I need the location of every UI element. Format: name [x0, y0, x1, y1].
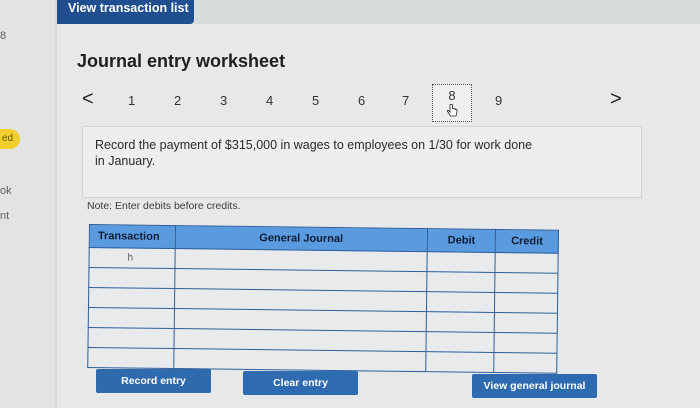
page-link-5[interactable]: 5 — [312, 88, 319, 114]
hand-cursor-icon — [446, 104, 458, 117]
column-header-debit: Debit — [427, 228, 496, 253]
debit-input[interactable] — [425, 331, 495, 353]
column-header-credit: Credit — [495, 229, 559, 254]
credit-input[interactable] — [495, 272, 558, 294]
transaction-cell — [87, 347, 174, 369]
debit-input[interactable] — [425, 351, 495, 373]
view-transaction-list-button[interactable]: View transaction list — [57, 0, 194, 24]
page-link-6[interactable]: 6 — [358, 88, 365, 114]
credit-input[interactable] — [494, 352, 557, 374]
transaction-cell: h — [88, 247, 176, 269]
prev-page-button[interactable]: < — [82, 88, 94, 110]
left-sidebar-strip: 8 ed ok nt — [0, 0, 55, 408]
page-link-7[interactable]: 7 — [402, 88, 409, 114]
column-header-transaction: Transaction — [89, 224, 176, 249]
active-page-label: 8 — [448, 88, 456, 103]
page-link-4[interactable]: 4 — [266, 88, 273, 114]
note-text: Note: Enter debits before credits. — [87, 200, 241, 212]
journal-entry-table: Transaction General Journal Debit Credit… — [87, 224, 559, 374]
journal-account-input[interactable] — [173, 348, 426, 372]
instruction-box: Record the payment of $315,000 in wages … — [82, 126, 642, 198]
column-header-general-journal: General Journal — [175, 225, 428, 252]
journal-table-wrapper: Transaction General Journal Debit Credit… — [87, 224, 559, 374]
page-link-8-active[interactable]: 8 — [432, 84, 472, 122]
page-link-1[interactable]: 1 — [128, 88, 135, 114]
transaction-cell — [88, 307, 175, 329]
credit-input[interactable] — [495, 252, 559, 274]
sidebar-fragment[interactable]: nt — [0, 210, 9, 222]
credit-input[interactable] — [494, 332, 558, 354]
credit-input[interactable] — [494, 312, 558, 334]
page-link-3[interactable]: 3 — [220, 88, 227, 114]
debit-input[interactable] — [426, 311, 495, 333]
clear-entry-button[interactable]: Clear entry — [243, 371, 358, 395]
page-link-2[interactable]: 2 — [174, 88, 181, 114]
page-link-9[interactable]: 9 — [495, 88, 502, 114]
transaction-cell — [87, 327, 175, 349]
sidebar-fragment: 8 — [0, 30, 7, 42]
entry-pager: < 1 2 3 4 5 6 7 8 9 > — [80, 84, 640, 122]
sidebar-status-badge[interactable]: ed — [0, 129, 20, 149]
debit-input[interactable] — [426, 271, 496, 293]
debit-input[interactable] — [426, 291, 496, 313]
view-general-journal-button[interactable]: View general journal — [472, 374, 597, 398]
transaction-cell — [88, 267, 175, 289]
debit-input[interactable] — [426, 251, 496, 273]
transaction-cell — [88, 287, 175, 309]
sidebar-fragment[interactable]: ok — [0, 185, 12, 197]
record-entry-button[interactable]: Record entry — [96, 369, 211, 393]
next-page-button[interactable]: > — [610, 88, 622, 110]
page-title: Journal entry worksheet — [77, 51, 286, 71]
credit-input[interactable] — [494, 292, 558, 314]
instruction-text: Record the payment of $315,000 in wages … — [95, 138, 533, 168]
view-transaction-list-label: View transaction list — [68, 1, 189, 15]
